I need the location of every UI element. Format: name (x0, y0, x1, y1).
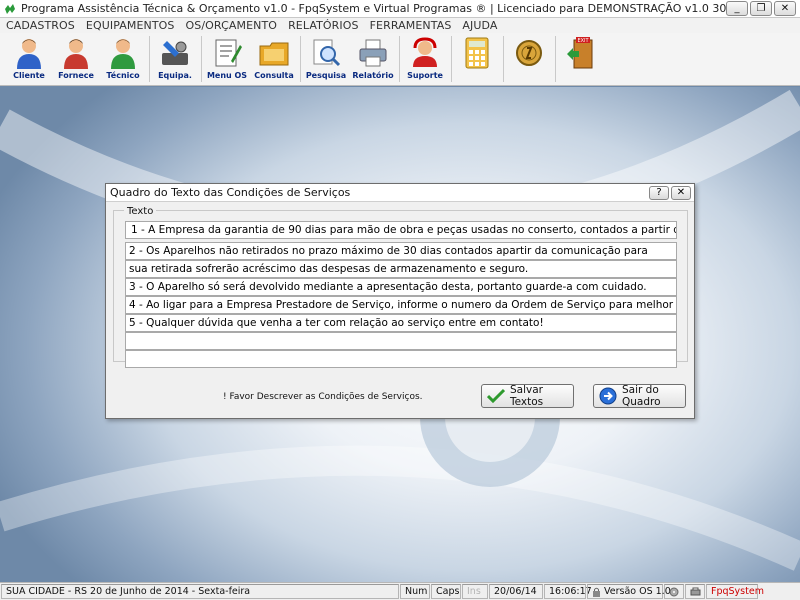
text-row-1[interactable]: 1 - A Empresa da garantia de 90 dias par… (125, 221, 677, 239)
cliente-button[interactable]: Cliente (6, 33, 52, 83)
toolbar-separator (451, 36, 452, 82)
fornece-button[interactable]: Fornece (53, 33, 99, 83)
exit-door-icon: EXIT (564, 36, 598, 70)
status-num: Num (400, 584, 430, 599)
status-version: Versão OS 1.0 (587, 584, 671, 599)
save-texts-button[interactable]: Salvar Textos (481, 384, 574, 408)
text-row-3[interactable]: sua retirada sofrerão acréscimo das desp… (125, 260, 677, 278)
dialog-help-button[interactable]: ? (649, 185, 669, 200)
dialog-title: Quadro do Texto das Condições de Serviço… (110, 186, 351, 199)
toolbar-separator (503, 36, 504, 82)
maximize-button[interactable]: ❐ (750, 1, 772, 16)
exit-sign: EXIT (577, 38, 589, 44)
supplier-icon (59, 36, 93, 70)
window-titlebar: Programa Assistência Técnica & Orçamento… (0, 0, 800, 18)
toolbar-separator (149, 36, 150, 82)
text-row-value: 4 - Ao ligar para a Empresa Prestadore d… (129, 299, 677, 311)
text-group: Texto 1 - A Empresa da garantia de 90 di… (113, 206, 688, 368)
pesquisa-button[interactable]: Pesquisa (303, 33, 349, 83)
conditions-dialog: Quadro do Texto das Condições de Serviço… (105, 183, 695, 419)
status-caps: Caps (431, 584, 461, 599)
text-row-2[interactable]: 2 - Os Aparelhos não retirados no prazo … (125, 242, 677, 260)
save-texts-label: Salvar Textos (510, 384, 544, 408)
text-group-label: Texto (124, 206, 157, 217)
text-row-value: 5 - Qualquer dúvida que venha a ter com … (129, 317, 544, 329)
text-row-8[interactable] (125, 350, 677, 368)
menu-os-orcamento[interactable]: OS/ORÇAMENTO (186, 19, 278, 32)
exit-button[interactable]: EXIT (558, 33, 604, 83)
text-row-value: 3 - O Aparelho só será devolvido mediant… (129, 281, 647, 293)
status-ins: Ins (462, 584, 488, 599)
printer-icon (356, 36, 390, 70)
exit-dialog-button[interactable]: Sair do Quadro (593, 384, 686, 408)
arrow-right-icon (599, 387, 617, 405)
calculator-button[interactable] (454, 33, 500, 83)
text-row-6[interactable]: 5 - Qualquer dúvida que venha a ter com … (125, 314, 677, 332)
status-date: 20/06/14 (489, 584, 543, 599)
text-row-value: 2 - Os Aparelhos não retirados no prazo … (129, 245, 648, 257)
calculator-icon (460, 36, 494, 70)
equipment-icon (158, 36, 192, 70)
status-disk (664, 584, 684, 599)
disk-icon (669, 587, 679, 597)
menu-equipamentos[interactable]: EQUIPAMENTOS (86, 19, 175, 32)
search-icon (309, 36, 343, 70)
menu-bar: CADASTROS EQUIPAMENTOS OS/ORÇAMENTO RELA… (0, 18, 800, 33)
client-icon (12, 36, 46, 70)
text-row-value: sua retirada sofrerão acréscimo das desp… (129, 263, 529, 275)
status-brand: FpqSystem (706, 584, 764, 599)
money-button[interactable] (506, 33, 552, 83)
menu-relatorios[interactable]: RELATÓRIOS (288, 19, 359, 32)
service-order-icon (210, 36, 244, 70)
relatorio-button[interactable]: Relatório (350, 33, 396, 83)
exit-dialog-label: Sair do Quadro (622, 384, 661, 408)
status-printer (685, 584, 705, 599)
minimize-button[interactable]: _ (726, 1, 748, 16)
status-time: 16:06:17 (544, 584, 592, 599)
app-icon (3, 2, 17, 16)
toolbar-separator (399, 36, 400, 82)
consulta-button[interactable]: Consulta (251, 33, 297, 83)
technician-icon (106, 36, 140, 70)
text-row-value: 1 - A Empresa da garantia de 90 dias par… (131, 224, 677, 236)
status-city-date: SUA CIDADE - RS 20 de Junho de 2014 - Se… (1, 584, 399, 599)
menu-os-button[interactable]: Menu OS (204, 33, 250, 83)
printer-icon (690, 587, 701, 597)
menu-ferramentas[interactable]: FERRAMENTAS (370, 19, 452, 32)
checkmark-icon (487, 387, 505, 405)
money-icon (512, 36, 546, 70)
text-row-5[interactable]: 4 - Ao ligar para a Empresa Prestadore d… (125, 296, 677, 314)
equipa-button[interactable]: Equipa. (152, 33, 198, 83)
status-bar: SUA CIDADE - RS 20 de Junho de 2014 - Se… (0, 582, 800, 600)
menu-ajuda[interactable]: AJUDA (462, 19, 497, 32)
support-icon (408, 36, 442, 70)
lock-icon (592, 587, 601, 597)
toolbar-separator (555, 36, 556, 82)
close-button[interactable]: ✕ (774, 1, 796, 16)
menu-cadastros[interactable]: CADASTROS (6, 19, 75, 32)
toolbar-separator (201, 36, 202, 82)
tecnico-button[interactable]: Técnico (100, 33, 146, 83)
dialog-hint: ! Favor Descrever as Condições de Serviç… (223, 392, 423, 402)
dialog-titlebar: Quadro do Texto das Condições de Serviço… (106, 184, 694, 202)
dialog-close-button[interactable]: ✕ (671, 185, 691, 200)
text-row-7[interactable] (125, 332, 677, 350)
toolbar-separator (300, 36, 301, 82)
window-title: Programa Assistência Técnica & Orçamento… (21, 2, 726, 15)
text-row-4[interactable]: 3 - O Aparelho só será devolvido mediant… (125, 278, 677, 296)
suporte-button[interactable]: Suporte (402, 33, 448, 83)
toolbar: Cliente Fornece Técnico Equipa. Menu OS … (0, 33, 800, 86)
query-folder-icon (257, 36, 291, 70)
